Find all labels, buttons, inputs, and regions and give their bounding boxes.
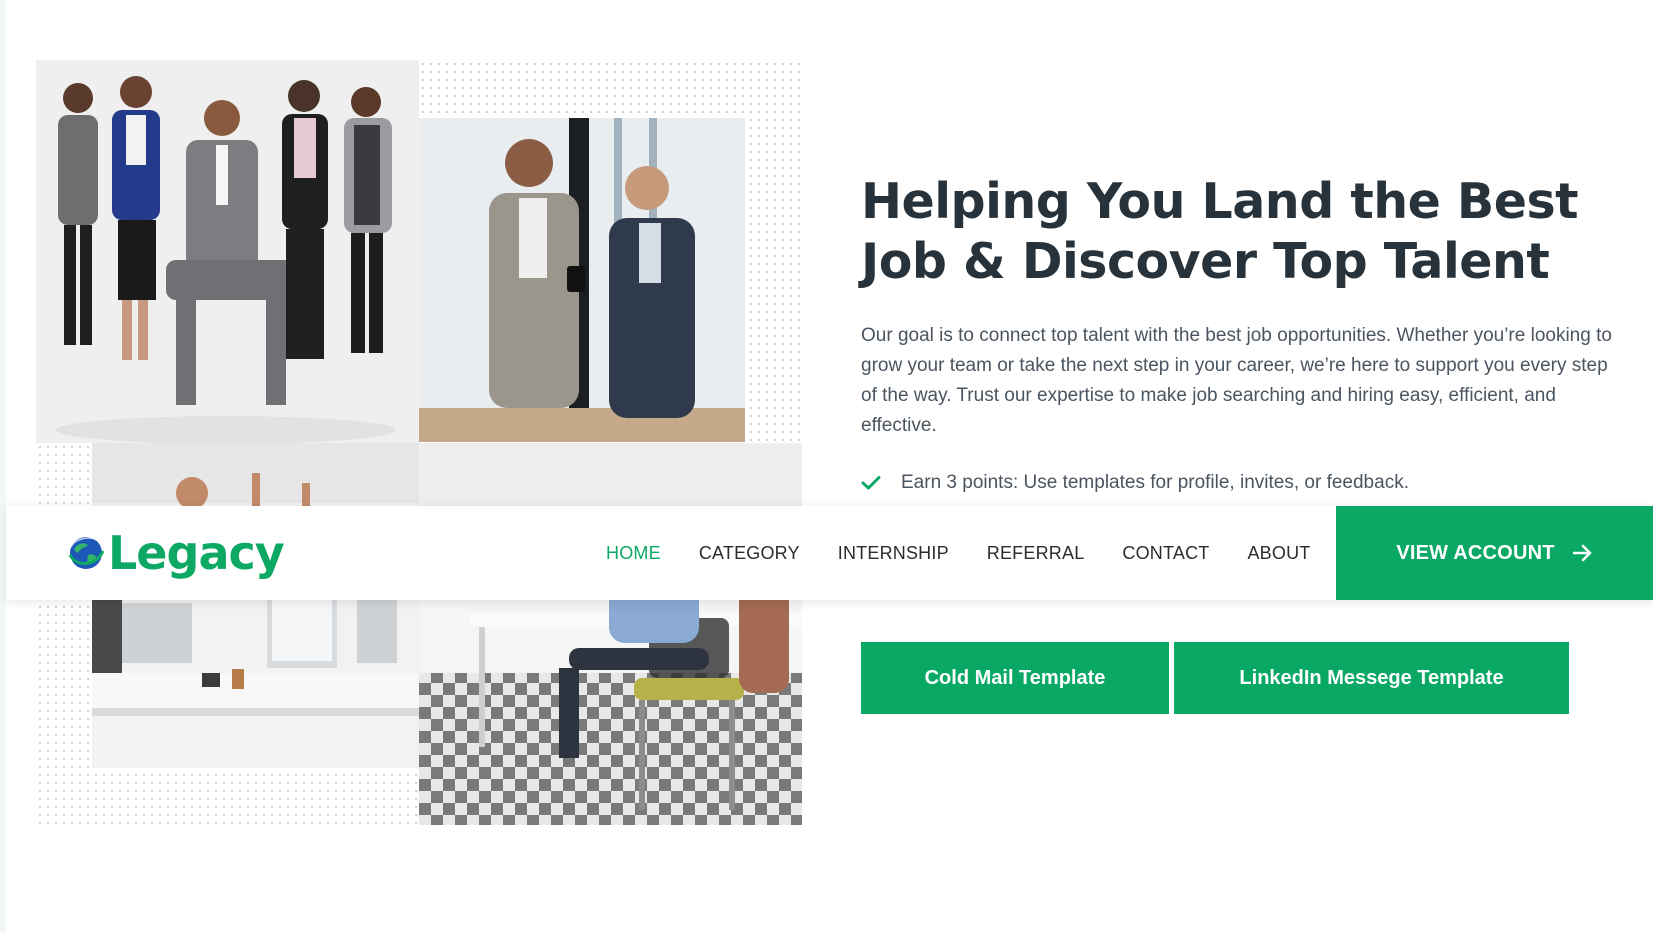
- cold-mail-template-button[interactable]: Cold Mail Template: [861, 642, 1169, 714]
- nav-home[interactable]: HOME: [606, 543, 661, 564]
- page: Legacy HOME CATEGORY INTERNSHIP REFERRAL…: [0, 0, 1653, 932]
- view-account-button[interactable]: VIEW ACCOUNT: [1336, 506, 1653, 600]
- office-desks-photo: [92, 443, 419, 768]
- nav-internship[interactable]: INTERNSHIP: [838, 543, 949, 564]
- linkedin-message-template-button[interactable]: LinkedIn Messege Template: [1174, 642, 1569, 714]
- checkmark-icon: [861, 476, 881, 490]
- points-item: Earn 3 points: Use templates for profile…: [861, 472, 1409, 494]
- team-group-photo: [36, 60, 419, 443]
- nav-about[interactable]: ABOUT: [1247, 543, 1310, 564]
- globe-icon: [68, 537, 105, 569]
- main-nav: HOME CATEGORY INTERNSHIP REFERRAL CONTAC…: [606, 506, 1348, 600]
- points-text: Earn 3 points: Use templates for profile…: [901, 472, 1409, 493]
- nav-contact[interactable]: CONTACT: [1122, 543, 1209, 564]
- hero-paragraph: Our goal is to connect top talent with t…: [861, 325, 1612, 436]
- view-account-label: VIEW ACCOUNT: [1396, 541, 1555, 564]
- nav-referral[interactable]: REFERRAL: [987, 543, 1085, 564]
- left-edge-strip: [0, 0, 6, 932]
- brand-logo[interactable]: Legacy: [66, 526, 285, 580]
- colleagues-phone-photo: [419, 118, 745, 442]
- nav-category[interactable]: CATEGORY: [699, 543, 800, 564]
- arrow-right-icon: [1572, 544, 1591, 562]
- brand-name: Legacy: [108, 526, 285, 580]
- site-header: Legacy HOME CATEGORY INTERNSHIP REFERRAL…: [6, 506, 1653, 600]
- meeting-room-photo: [419, 443, 802, 825]
- hero-heading: Helping You Land the Best Job & Discover…: [861, 173, 1579, 290]
